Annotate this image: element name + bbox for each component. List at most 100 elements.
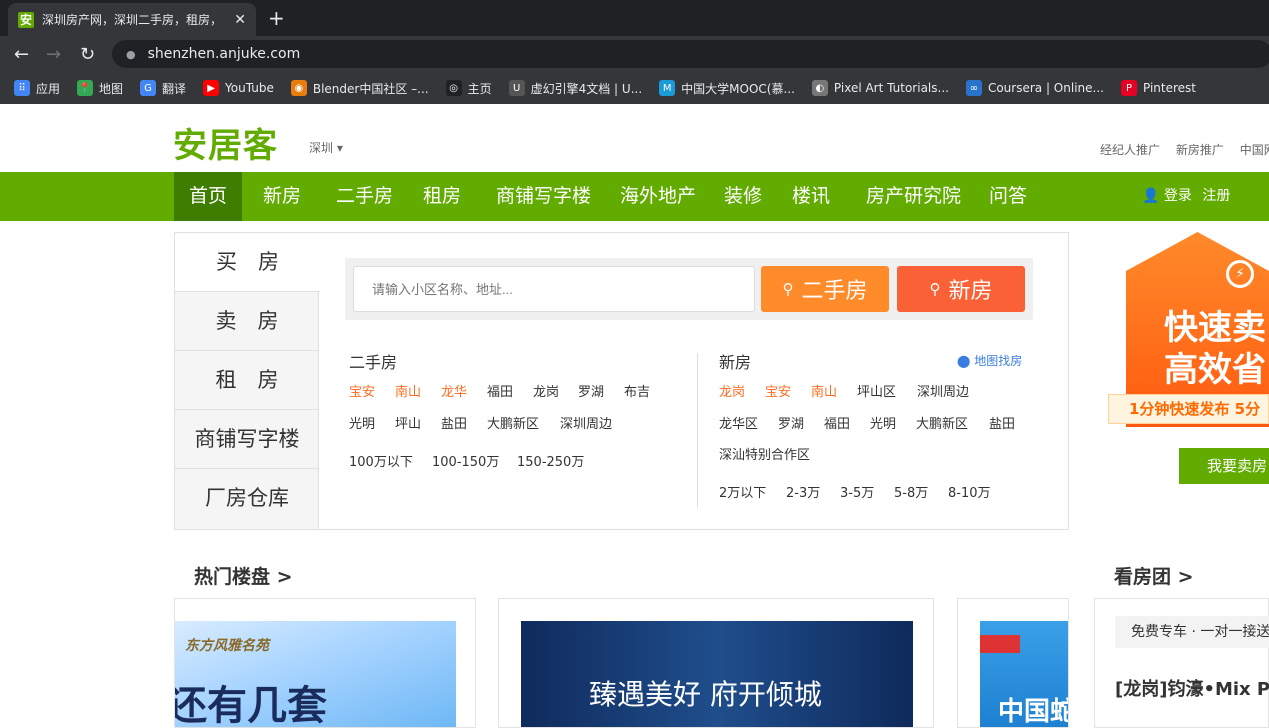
url-field[interactable]: ● shenzhen.anjuke.com [112, 40, 1269, 68]
search-new-house-label: 新房 [948, 278, 993, 303]
area-link[interactable]: 2万以下 [719, 482, 766, 501]
area-link[interactable]: 深圳周边 [560, 413, 612, 432]
forward-arrow-icon[interactable]: → [46, 44, 61, 65]
nav-home[interactable]: 首页 [174, 172, 243, 221]
area-link[interactable]: 龙华区 [719, 413, 758, 432]
nav-research[interactable]: 房产研究院 [866, 172, 961, 221]
sell-promo-banner[interactable]: ⚡ 快速卖 高效省 1分钟快速发布 5分 [1108, 232, 1269, 432]
area-link[interactable]: 150-250万 [517, 451, 584, 470]
area-link[interactable]: 宝安 [765, 381, 791, 400]
listing-card[interactable]: 臻遇美好 府开倾城 [498, 598, 934, 728]
reload-icon[interactable]: ↻ [80, 44, 95, 65]
nav-qa[interactable]: 问答 [989, 172, 1027, 221]
area-link[interactable]: 100万以下 [349, 451, 413, 470]
city-selector[interactable]: 深圳 ▾ [309, 139, 343, 156]
search-new-house-button[interactable]: ⚲ 新房 [897, 266, 1025, 312]
tab-sell[interactable]: 卖 房 [175, 292, 319, 351]
listing-image: 臻遇美好 府开倾城 [521, 621, 913, 727]
nav-commercial[interactable]: 商铺写字楼 [496, 172, 591, 221]
hot-listings-title[interactable]: 热门楼盘 > [194, 562, 293, 589]
nav-decoration[interactable]: 装修 [724, 172, 762, 221]
nav-rent[interactable]: 租房 [423, 172, 461, 221]
blender-icon: ◉ [290, 80, 307, 96]
area-link[interactable]: 光明 [349, 413, 375, 432]
new-tab-icon[interactable]: + [268, 6, 285, 30]
nav-new-house[interactable]: 新房 [263, 172, 301, 221]
map-search-link[interactable]: ⬤ 地图找房 [957, 352, 1022, 369]
nav-second-hand[interactable]: 二手房 [336, 172, 393, 221]
area-link[interactable]: 罗湖 [578, 381, 604, 400]
bookmark-label: Blender中国社区 –... [312, 81, 429, 96]
area-link[interactable]: 大鹏新区 [487, 413, 539, 432]
area-link[interactable]: 8-10万 [948, 482, 991, 501]
search-input[interactable] [353, 266, 755, 312]
tab-commercial[interactable]: 商铺写字楼 [175, 410, 319, 469]
area-link[interactable]: 福田 [824, 413, 850, 432]
bookmark-item[interactable]: 📍 地图 [77, 80, 123, 97]
tab-close-icon[interactable]: ✕ [234, 12, 246, 28]
bookmark-item[interactable]: U 虚幻引擎4文档 | U... [508, 80, 643, 97]
area-link[interactable]: 深汕特别合作区 [719, 444, 810, 463]
search-second-hand-button[interactable]: ⚲ 二手房 [761, 266, 889, 312]
area-link[interactable]: 南山 [395, 381, 421, 400]
tour-name[interactable]: [龙岗]钧濠•Mix P [1115, 675, 1269, 701]
area-link[interactable]: 盐田 [441, 413, 467, 432]
tab-rent[interactable]: 租 房 [175, 351, 319, 410]
area-link[interactable]: 5-8万 [894, 482, 928, 501]
area-link[interactable]: 宝安 [349, 381, 375, 400]
anjuke-logo[interactable]: 安居客 [173, 118, 278, 167]
bookmark-label: 虚幻引擎4文档 | U... [530, 81, 643, 96]
house-tour-title[interactable]: 看房团 > [1114, 562, 1194, 589]
nav-news[interactable]: 楼讯 [792, 172, 830, 221]
top-link-china[interactable]: 中国网 [1240, 143, 1269, 157]
area-link[interactable]: 大鹏新区 [916, 413, 968, 432]
listing-card[interactable]: 东方风雅名苑 还有几套 [174, 598, 476, 728]
listing-slogan: 中国蛇 [998, 697, 1069, 727]
area-link[interactable]: 3-5万 [840, 482, 874, 501]
xf-heading: 新房 [719, 353, 752, 372]
bookmark-item[interactable]: P Pinterest [1120, 80, 1196, 96]
top-link-agent[interactable]: 经纪人推广 [1100, 143, 1160, 157]
area-link[interactable]: 坪山区 [857, 381, 896, 400]
bookmark-label: Pixel Art Tutorials... [833, 81, 949, 95]
area-link[interactable]: 2-3万 [786, 482, 820, 501]
browser-tab[interactable]: 安 深圳房产网，深圳二手房，租房， ✕ [8, 3, 256, 36]
column-divider [697, 353, 698, 508]
area-link[interactable]: 龙岗 [533, 381, 559, 400]
bookmark-item[interactable]: ⠿ 应用 [14, 80, 60, 97]
bookmark-label: YouTube [225, 81, 274, 95]
bookmark-item[interactable]: ◐ Pixel Art Tutorials... [811, 80, 949, 96]
nav-overseas[interactable]: 海外地产 [620, 172, 696, 221]
bookmark-item[interactable]: ∞ Coursera | Online... [965, 80, 1104, 96]
area-link[interactable]: 坪山 [395, 413, 421, 432]
lock-icon: ● [126, 47, 136, 61]
area-link[interactable]: 100-150万 [432, 451, 499, 470]
bookmark-item[interactable]: ◉ Blender中国社区 –... [290, 80, 429, 97]
listing-card[interactable]: 中国蛇 [957, 598, 1069, 728]
area-link[interactable]: 龙华 [441, 381, 467, 400]
area-link[interactable]: 光明 [870, 413, 896, 432]
search-second-hand-label: 二手房 [801, 278, 868, 303]
area-link[interactable]: 布吉 [624, 381, 650, 400]
search-box: ⚲ 二手房 ⚲ 新房 [345, 258, 1033, 320]
tour-card[interactable]: 免费专车 · 一对一接送 [龙岗]钧濠•Mix P [1094, 598, 1269, 728]
back-arrow-icon[interactable]: ← [14, 44, 29, 65]
area-link[interactable]: 福田 [487, 381, 513, 400]
bookmark-item[interactable]: M 中国大学MOOC(慕... [659, 80, 795, 97]
area-link[interactable]: 南山 [811, 381, 837, 400]
bookmark-item[interactable]: G 翻译 [140, 80, 186, 97]
tab-factory[interactable]: 厂房仓库 [175, 469, 319, 528]
bookmark-item[interactable]: ▶ YouTube [203, 80, 274, 96]
area-link[interactable]: 盐田 [989, 413, 1015, 432]
tab-buy[interactable]: 买 房 [175, 233, 320, 292]
coursera-icon: ∞ [965, 80, 982, 96]
register-link[interactable]: 注册 [1202, 188, 1230, 204]
top-link-newhouse[interactable]: 新房推广 [1176, 143, 1224, 157]
area-link[interactable]: 深圳周边 [917, 381, 969, 400]
area-link[interactable]: 罗湖 [778, 413, 804, 432]
bookmark-item[interactable]: ◎ 主页 [445, 80, 492, 97]
top-links: 经纪人推广 新房推广 中国网 [1100, 141, 1269, 158]
sell-house-button[interactable]: 我要卖房 [1179, 448, 1269, 484]
area-link[interactable]: 龙岗 [719, 381, 745, 400]
login-link[interactable]: 登录 [1164, 188, 1192, 204]
